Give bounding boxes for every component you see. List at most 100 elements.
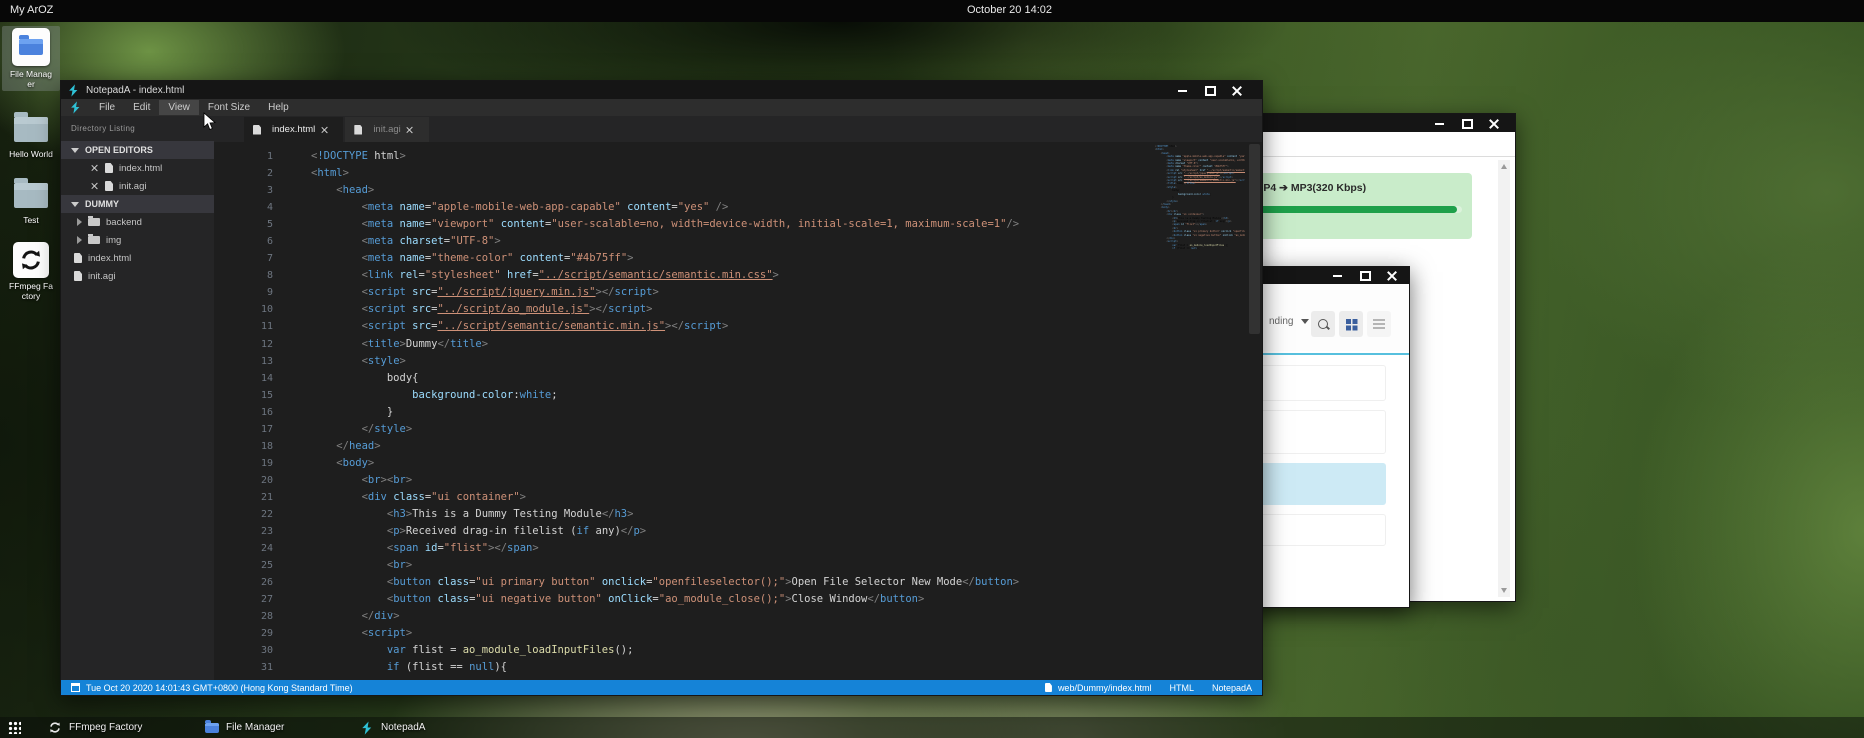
code-line[interactable]: 9 <script src="../script/jquery.min.js">…: [214, 284, 1262, 301]
menu-view[interactable]: View: [159, 100, 199, 115]
scrollbar[interactable]: [1498, 160, 1510, 597]
code-line[interactable]: 31 if (flist == null){: [214, 659, 1262, 676]
code-line[interactable]: 13 <style>: [214, 353, 1262, 370]
sort-label: nding: [1269, 316, 1293, 327]
tree-item-label: index.html: [88, 253, 131, 264]
code-line[interactable]: 20 <br><br>: [214, 472, 1262, 489]
code-line[interactable]: 27 <button class="ui negative button" on…: [214, 591, 1262, 608]
close-icon[interactable]: [1231, 85, 1242, 96]
list-view-button[interactable]: [1367, 311, 1391, 337]
code-line[interactable]: 12 <title>Dummy</title>: [214, 336, 1262, 353]
notepada-window[interactable]: NotepadA - index.html FileEditViewFont S…: [60, 80, 1263, 696]
blue-folder-icon: [205, 721, 219, 735]
menu-edit[interactable]: Edit: [124, 100, 159, 115]
line-number: 11: [214, 318, 273, 335]
close-icon[interactable]: [320, 126, 328, 134]
taskbar-item-file-manager[interactable]: File Manager: [205, 717, 284, 738]
scroll-up-icon[interactable]: [1501, 164, 1507, 169]
line-number: 15: [214, 387, 273, 404]
minimap[interactable]: <!DOCTYPE html><html> <head> <meta name=…: [1155, 145, 1245, 257]
close-icon[interactable]: [1386, 270, 1397, 281]
code-line[interactable]: 11 <script src="../script/semantic/seman…: [214, 318, 1262, 335]
chevron-down-icon: [71, 202, 79, 207]
menu-help[interactable]: Help: [259, 100, 298, 115]
tab-init-agi[interactable]: init.agi: [345, 117, 428, 142]
code-line[interactable]: 15 background-color:white;: [214, 387, 1262, 404]
code-line[interactable]: 14 body{: [214, 370, 1262, 387]
menu-file[interactable]: File: [90, 100, 124, 115]
folder-icon: [88, 218, 100, 226]
minimize-icon[interactable]: [1332, 270, 1343, 281]
code-line[interactable]: 7 <meta name="theme-color" content="#4b7…: [214, 250, 1262, 267]
tree-item-label: img: [106, 235, 121, 246]
tree-item-backend[interactable]: backend: [61, 213, 214, 231]
code-line[interactable]: 6 <meta charset="UTF-8">: [214, 233, 1262, 250]
code-line[interactable]: 16 }: [214, 404, 1262, 421]
code-line[interactable]: 17 </style>: [214, 421, 1262, 438]
code-line[interactable]: 3 <head>: [214, 182, 1262, 199]
code-line[interactable]: 30 var flist = ao_module_loadInputFiles(…: [214, 642, 1262, 659]
close-icon[interactable]: [1488, 118, 1499, 129]
close-icon[interactable]: [91, 164, 99, 172]
tree-item-index-html[interactable]: index.html: [61, 249, 214, 267]
taskbar-item-ffmpeg-factory[interactable]: FFmpeg Factory: [48, 717, 142, 738]
desktop-icon-test[interactable]: Test: [2, 176, 60, 227]
code-line[interactable]: 5 <meta name="viewport" content="user-sc…: [214, 216, 1262, 233]
tree-item-init-agi[interactable]: init.agi: [61, 267, 214, 285]
aroz-menu-label[interactable]: My ArOZ: [10, 4, 53, 16]
line-number: 14: [214, 370, 273, 387]
scroll-down-icon[interactable]: [1501, 588, 1507, 593]
notepada-titlebar[interactable]: NotepadA - index.html: [61, 81, 1262, 99]
taskbar-item-notepada[interactable]: NotepadA: [360, 717, 425, 738]
line-number: 30: [214, 642, 273, 659]
tree-item-init-agi[interactable]: init.agi: [61, 177, 214, 195]
editor-scrollbar[interactable]: [1249, 144, 1260, 334]
code-line[interactable]: 22 <h3>This is a Dummy Testing Module</h…: [214, 506, 1262, 523]
tree-item-open-editors[interactable]: OPEN EDITORS: [61, 141, 214, 159]
line-number: 27: [214, 591, 273, 608]
status-filepath: web/Dummy/index.html: [1058, 683, 1152, 693]
close-icon[interactable]: [91, 182, 99, 190]
line-number: 9: [214, 284, 273, 301]
code-line[interactable]: 10 <script src="../script/ao_module.js">…: [214, 301, 1262, 318]
code-line[interactable]: 2<html>: [214, 165, 1262, 182]
code-line[interactable]: 19 <body>: [214, 455, 1262, 472]
code-line[interactable]: 23 <p>Received drag-in filelist (if any)…: [214, 523, 1262, 540]
chevron-right-icon: [77, 218, 82, 226]
code-line[interactable]: 29 <script>: [214, 625, 1262, 642]
minimize-icon[interactable]: [1177, 85, 1188, 96]
tab-index-html[interactable]: index.html: [244, 117, 343, 142]
maximize-icon[interactable]: [1204, 85, 1215, 96]
maximize-icon[interactable]: [1461, 118, 1472, 129]
code-line[interactable]: 25 <br>: [214, 557, 1262, 574]
sort-dropdown[interactable]: nding: [1269, 316, 1309, 327]
maximize-icon[interactable]: [1359, 270, 1370, 281]
desktop-icon-label: Hello World: [2, 149, 60, 159]
code-line[interactable]: 4 <meta name="apple-mobile-web-app-capab…: [214, 199, 1262, 216]
line-number: 31: [214, 659, 273, 676]
close-icon[interactable]: [406, 126, 414, 134]
search-button[interactable]: [1311, 311, 1335, 337]
desktop-icon-hello-world[interactable]: Hello World: [2, 110, 60, 161]
code-line[interactable]: 8 <link rel="stylesheet" href="../script…: [214, 267, 1262, 284]
code-line[interactable]: 28 </div>: [214, 608, 1262, 625]
desktop-icon-ffmpeg-factory[interactable]: FFmpeg Fa ctory: [2, 240, 60, 303]
grid-view-button[interactable]: [1339, 311, 1363, 337]
code-line[interactable]: 18 </head>: [214, 438, 1262, 455]
line-number: 21: [214, 489, 273, 506]
code-line[interactable]: 24 <span id="flist"></span>: [214, 540, 1262, 557]
desktop-icon-file-manager[interactable]: File Manag er: [2, 26, 60, 91]
tree-item-index-html[interactable]: index.html: [61, 159, 214, 177]
top-bar: My ArOZ October 20 14:02: [0, 0, 1864, 22]
code-line[interactable]: 26 <button class="ui primary button" onc…: [214, 574, 1262, 591]
tree-item-dummy[interactable]: DUMMY: [61, 195, 214, 213]
code-line[interactable]: 1<!DOCTYPE html>: [214, 148, 1262, 165]
code-lines: 1<!DOCTYPE html>2<html>3 <head>4 <meta n…: [214, 148, 1262, 676]
menu-font-size[interactable]: Font Size: [199, 100, 259, 115]
line-number: 13: [214, 353, 273, 370]
code-editor[interactable]: 1<!DOCTYPE html>2<html>3 <head>4 <meta n…: [214, 142, 1262, 680]
app-launcher-icon[interactable]: [8, 721, 21, 734]
minimize-icon[interactable]: [1434, 118, 1445, 129]
code-line[interactable]: 21 <div class="ui container">: [214, 489, 1262, 506]
tree-item-img[interactable]: img: [61, 231, 214, 249]
